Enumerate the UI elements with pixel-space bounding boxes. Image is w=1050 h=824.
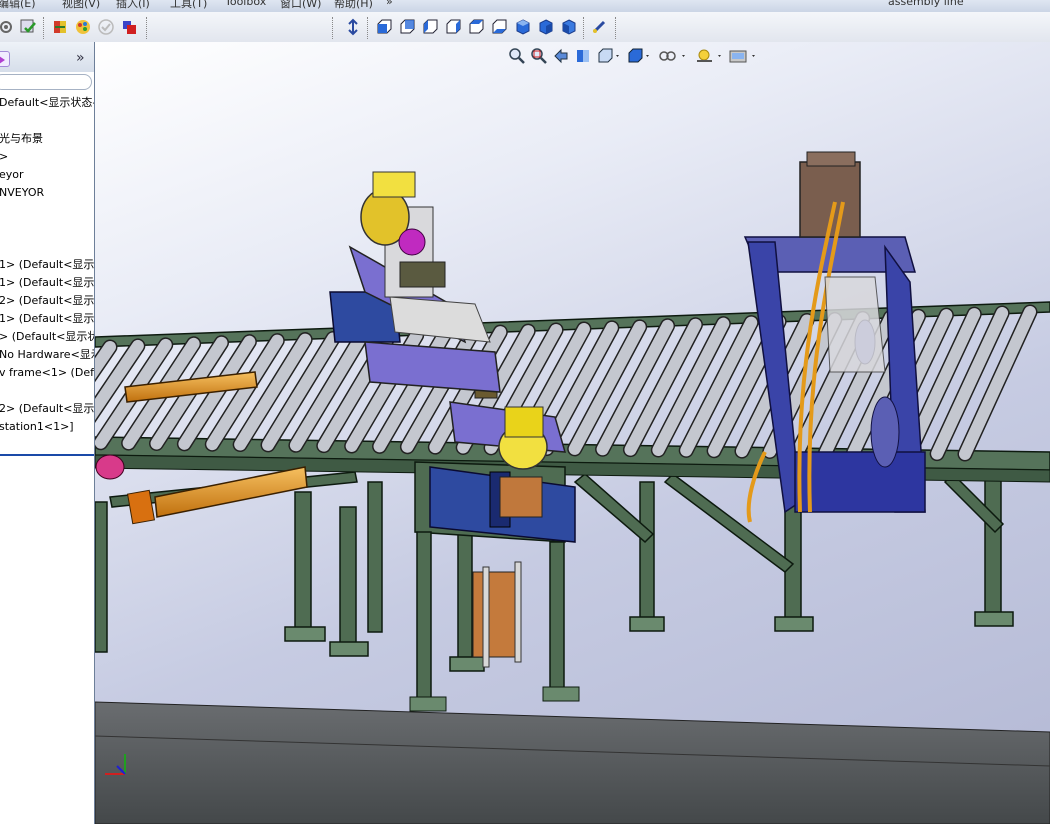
tree-item[interactable]: 2> (Default<显示状 bbox=[0, 292, 94, 310]
menu-insert[interactable]: 插入(I) bbox=[116, 0, 150, 11]
menu-more-icon[interactable]: » bbox=[386, 0, 393, 8]
view-top-icon[interactable] bbox=[466, 17, 486, 37]
feature-manager-panel: » Default<显示状态- 光与布景 > eyor NVEYOR 1> (D… bbox=[0, 42, 96, 824]
tree-item[interactable]: No Hardware<显示 bbox=[0, 346, 94, 364]
view-back-icon[interactable] bbox=[397, 17, 417, 37]
rebuild-check-icon[interactable] bbox=[18, 17, 38, 37]
panel-header: » bbox=[0, 42, 94, 72]
tree-item[interactable]: 1> (Default<显示状 bbox=[0, 256, 94, 274]
tree-item[interactable]: Default<显示状态- bbox=[0, 94, 94, 112]
assembly-model bbox=[95, 151, 1050, 824]
stop-icon[interactable] bbox=[119, 17, 139, 37]
main-toolbar bbox=[0, 12, 1050, 43]
toolbar-separator bbox=[43, 17, 45, 39]
tree-item[interactable]: NVEYOR bbox=[0, 184, 44, 202]
toolbar-separator bbox=[367, 17, 369, 39]
tree-item[interactable]: 2> (Default<显示状 bbox=[0, 400, 94, 418]
palette-icon[interactable] bbox=[73, 17, 93, 37]
panel-tab-icon[interactable] bbox=[0, 51, 10, 67]
tree-item-lights-scene[interactable]: 光与布景 bbox=[0, 130, 43, 148]
document-title: assembly line bbox=[888, 0, 964, 8]
disabled-check-icon[interactable] bbox=[96, 17, 116, 37]
rollback-bar[interactable] bbox=[0, 454, 94, 456]
tree-item[interactable]: > (Default<显示状 bbox=[0, 328, 94, 346]
view-iso-icon[interactable] bbox=[536, 17, 556, 37]
expand-panel-icon[interactable]: » bbox=[76, 50, 85, 66]
view-bottom-icon[interactable] bbox=[489, 17, 509, 37]
cylinder-station-left bbox=[409, 371, 580, 712]
menu-help[interactable]: 帮助(H) bbox=[334, 0, 373, 11]
menu-edit[interactable]: 编辑(E) bbox=[0, 0, 36, 11]
view-iso-icon[interactable] bbox=[513, 17, 533, 37]
menu-toolbox[interactable]: Toolbox bbox=[225, 0, 266, 8]
menu-window[interactable]: 窗口(W) bbox=[280, 0, 321, 11]
toolbar-separator bbox=[332, 17, 334, 39]
filter-input[interactable] bbox=[0, 74, 92, 90]
toolbar-separator bbox=[615, 17, 617, 39]
view-left-icon[interactable] bbox=[420, 17, 440, 37]
tree-item[interactable]: station1<1>] bbox=[0, 418, 74, 436]
menu-tools[interactable]: 工具(T) bbox=[170, 0, 207, 11]
tree-item[interactable]: v frame<1> (Defau bbox=[0, 364, 94, 382]
view-front-icon[interactable] bbox=[374, 17, 394, 37]
graphics-viewport[interactable] bbox=[95, 42, 1050, 824]
toolbar-separator bbox=[146, 17, 148, 39]
tree-item[interactable]: 1> (Default<显示状 bbox=[0, 274, 94, 292]
measure-icon[interactable] bbox=[589, 17, 609, 37]
move-icon[interactable] bbox=[343, 17, 363, 37]
tree-item[interactable]: 1> (Default<显示状 bbox=[0, 310, 94, 328]
toolbar-separator bbox=[583, 17, 585, 39]
view-right-icon[interactable] bbox=[443, 17, 463, 37]
gears-icon[interactable] bbox=[0, 17, 16, 37]
floor-plane bbox=[95, 701, 1050, 824]
view-trimetric-icon[interactable] bbox=[559, 17, 579, 37]
menu-bar: 编辑(E) 视图(V) 插入(I) 工具(T) Toolbox 窗口(W) 帮助… bbox=[0, 0, 1050, 12]
tree-item[interactable]: > bbox=[0, 148, 8, 166]
options-icon[interactable] bbox=[50, 17, 70, 37]
tree-item[interactable]: eyor bbox=[0, 166, 24, 184]
menu-view[interactable]: 视图(V) bbox=[62, 0, 100, 11]
